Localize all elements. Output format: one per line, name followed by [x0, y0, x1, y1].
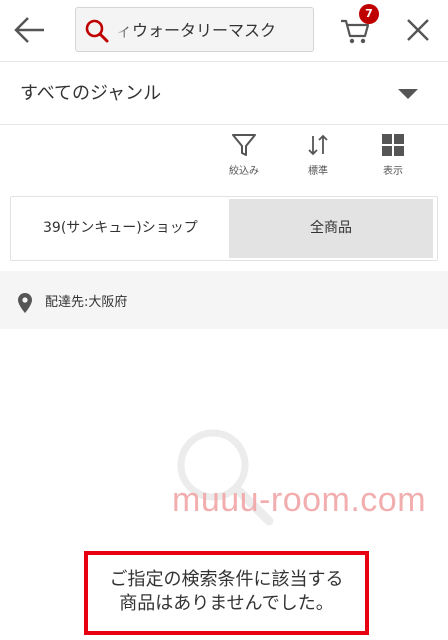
sort-label: 標準	[308, 166, 328, 177]
view-label: 表示	[383, 166, 403, 177]
delivery-location[interactable]: 配達先:大阪府	[45, 293, 127, 313]
search-icon	[85, 19, 109, 43]
caret-down-icon	[398, 89, 418, 99]
close-button[interactable]	[403, 15, 433, 45]
result-toolbar: 絞込み 標準 表示	[0, 126, 448, 188]
no-results-message: ご指定の検索条件に該当する 商品はありませんでした。	[84, 551, 369, 635]
search-query-text: ィウォータリーマスク	[116, 8, 312, 51]
sort-arrows-icon	[308, 134, 328, 156]
arrow-left-icon	[14, 17, 44, 43]
location-pin-icon	[18, 293, 32, 313]
filter-button[interactable]: 絞込み	[216, 132, 272, 186]
genre-selector[interactable]: すべてのジャンル	[0, 63, 448, 125]
cart-count-badge: 7	[359, 4, 379, 24]
scope-all-products-tab[interactable]: 全商品	[229, 199, 433, 258]
search-scope-toggle: 39(サンキュー)ショップ 全商品	[10, 196, 438, 261]
no-results-line-1: ご指定の検索条件に該当する	[109, 569, 344, 590]
close-icon	[407, 19, 429, 41]
search-input[interactable]: ィウォータリーマスク	[75, 7, 314, 52]
view-toggle-button[interactable]: 表示	[365, 132, 421, 186]
sort-button[interactable]: 標準	[290, 132, 346, 186]
scope-shop-tab[interactable]: 39(サンキュー)ショップ	[11, 197, 229, 260]
no-results-line-2: 商品はありませんでした。	[119, 593, 334, 614]
filter-label: 絞込み	[229, 166, 259, 177]
watermark-text: muuu-room.com	[172, 481, 427, 519]
filter-icon	[232, 134, 256, 156]
back-button[interactable]	[12, 14, 48, 46]
top-bar: ィウォータリーマスク 7	[0, 0, 448, 62]
grid-view-icon	[382, 134, 404, 156]
genre-label: すべてのジャンル	[20, 83, 162, 104]
